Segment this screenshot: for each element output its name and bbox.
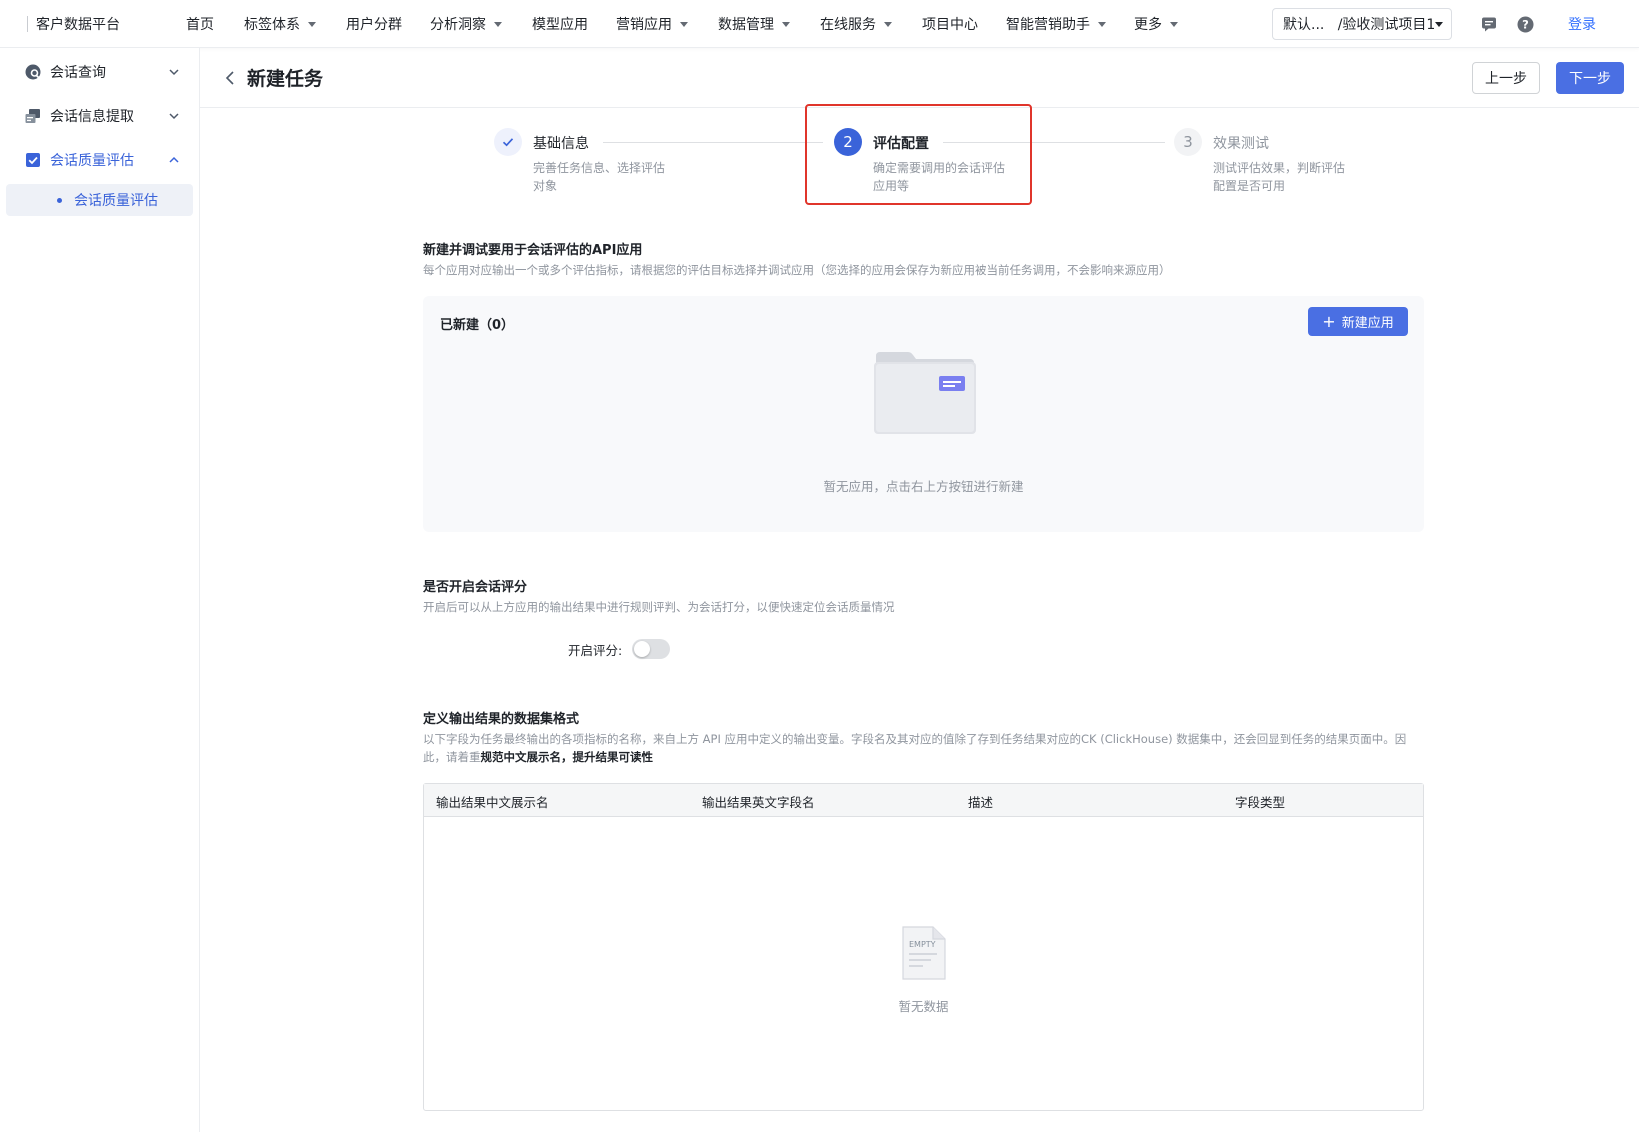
- empty-document-icon: EMPTY: [902, 926, 946, 980]
- column-header: 输出结果英文字段名: [702, 795, 815, 810]
- page-header: 新建任务 上一步 下一步: [200, 48, 1639, 108]
- nav-item-data[interactable]: 数据管理: [718, 14, 790, 34]
- scoring-section-desc: 开启后可以从上方应用的输出结果中进行规则评判、为会话打分，以便快速定位会话质量情…: [423, 600, 895, 614]
- brand-name: 客户数据平台: [36, 17, 120, 33]
- nav-item-online[interactable]: 在线服务: [820, 14, 892, 34]
- step-number: 3: [1174, 128, 1202, 156]
- step-desc: 完善任务信息、选择评估对象: [533, 161, 666, 193]
- sidebar-item-quality-eval[interactable]: 会话质量评估: [0, 140, 200, 180]
- bullet-dot-icon: [57, 198, 62, 203]
- brand-divider: [27, 16, 28, 32]
- sidebar-subitem-quality-eval[interactable]: 会话质量评估: [6, 184, 193, 216]
- caret-down-icon: [308, 21, 316, 27]
- api-section-desc: 每个应用对应输出一个或多个评估指标，请根据您的评估目标选择并调试应用（您选择的应…: [423, 263, 1171, 277]
- chevron-up-icon: [169, 156, 179, 163]
- sidebar-item-session-query[interactable]: 会话查询: [0, 52, 200, 92]
- scoring-section-title: 是否开启会话评分: [423, 580, 528, 595]
- help-icon[interactable]: ?: [1515, 14, 1535, 34]
- scoring-toggle-label: 开启评分:: [568, 643, 623, 658]
- column-header: 字段类型: [1235, 795, 1286, 810]
- nav-item-assistant[interactable]: 智能营销助手: [1006, 14, 1106, 34]
- back-arrow-icon[interactable]: [224, 70, 238, 86]
- checkbox-icon: [24, 151, 42, 169]
- nav-item-insights[interactable]: 分析洞察: [430, 14, 502, 34]
- login-link[interactable]: 登录: [1568, 14, 1596, 34]
- api-section-title: 新建并调试要用于会话评估的API应用: [423, 243, 643, 258]
- nav-item-tags[interactable]: 标签体系: [244, 14, 316, 34]
- step-done-icon: [494, 128, 522, 156]
- extract-icon: [24, 107, 42, 125]
- table-empty-text: 暂无数据: [898, 999, 949, 1014]
- prev-step-button[interactable]: 上一步: [1472, 62, 1540, 94]
- sidebar-item-label: 会话信息提取: [50, 109, 134, 125]
- nav-item-more[interactable]: 更多: [1134, 14, 1178, 34]
- caret-down-icon: [1098, 21, 1106, 27]
- nav-item-projects[interactable]: 项目中心: [922, 14, 978, 34]
- scoring-toggle[interactable]: [632, 639, 670, 659]
- chevron-down-icon: [169, 69, 179, 76]
- new-app-button[interactable]: + 新建应用: [1308, 307, 1408, 336]
- project-select[interactable]: 默认... /验收测试项目1: [1272, 8, 1452, 40]
- top-navigation: 客户数据平台 首页 标签体系 用户分群 分析洞察 模型应用 营销应用 数据管理 …: [0, 0, 1639, 48]
- brand[interactable]: 客户数据平台: [27, 14, 120, 34]
- empty-folder-icon: [874, 352, 976, 434]
- output-section-title: 定义输出结果的数据集格式: [423, 712, 580, 727]
- next-step-button[interactable]: 下一步: [1556, 62, 1624, 94]
- highlight-box: [805, 104, 1032, 205]
- sidebar-item-label: 会话质量评估: [50, 153, 134, 169]
- empty-badge-text: EMPTY: [909, 940, 936, 949]
- page-title: 新建任务: [247, 68, 324, 90]
- step-title: 基础信息: [533, 136, 589, 152]
- output-section-desc-emphasis: 规范中文展示名，提升结果可读性: [480, 750, 654, 764]
- caret-down-icon: [782, 21, 790, 27]
- table-header: 输出结果中文展示名 输出结果英文字段名 描述 字段类型: [424, 784, 1423, 817]
- app-panel: 已新建（0） + 新建应用 暂无应用，点击右上方按钮进行新建: [423, 296, 1424, 532]
- output-fields-table: 输出结果中文展示名 输出结果英文字段名 描述 字段类型 EMPTY 暂无数据: [423, 783, 1424, 1111]
- toggle-knob: [634, 641, 650, 657]
- caret-down-icon: [1435, 21, 1444, 27]
- message-icon[interactable]: [1479, 14, 1499, 34]
- sidebar-subitem-label: 会话质量评估: [74, 193, 158, 209]
- output-section-desc: 以下字段为任务最终输出的各项指标的名称，来自上方 API 应用中定义的输出变量。…: [423, 732, 1407, 764]
- caret-down-icon: [680, 21, 688, 27]
- app-count-label: 已新建（0）: [440, 318, 515, 333]
- svg-text:?: ?: [1522, 17, 1529, 31]
- app-empty-text: 暂无应用，点击右上方按钮进行新建: [823, 479, 1024, 494]
- chat-search-icon: [24, 63, 42, 81]
- step-connector: [603, 142, 823, 143]
- caret-down-icon: [884, 21, 892, 27]
- plus-icon: +: [1322, 311, 1336, 331]
- sidebar-item-label: 会话查询: [50, 65, 106, 81]
- column-header: 输出结果中文展示名: [436, 795, 549, 810]
- column-header: 描述: [968, 795, 994, 810]
- step-desc: 测试评估效果，判断评估配置是否可用: [1213, 161, 1346, 193]
- step-title: 效果测试: [1213, 136, 1269, 152]
- caret-down-icon: [1170, 21, 1178, 27]
- nav-item-models[interactable]: 模型应用: [532, 14, 588, 34]
- nav-item-segments[interactable]: 用户分群: [346, 14, 402, 34]
- chevron-down-icon: [169, 113, 179, 120]
- nav-item-home[interactable]: 首页: [186, 14, 214, 34]
- project-select-value: 默认... /验收测试项目1: [1283, 17, 1436, 33]
- caret-down-icon: [494, 21, 502, 27]
- sidebar-item-info-extract[interactable]: 会话信息提取: [0, 96, 200, 136]
- nav-item-marketing[interactable]: 营销应用: [616, 14, 688, 34]
- sidebar: 会话查询 会话信息提取 会话质量评估 会话质量评估: [0, 48, 200, 1132]
